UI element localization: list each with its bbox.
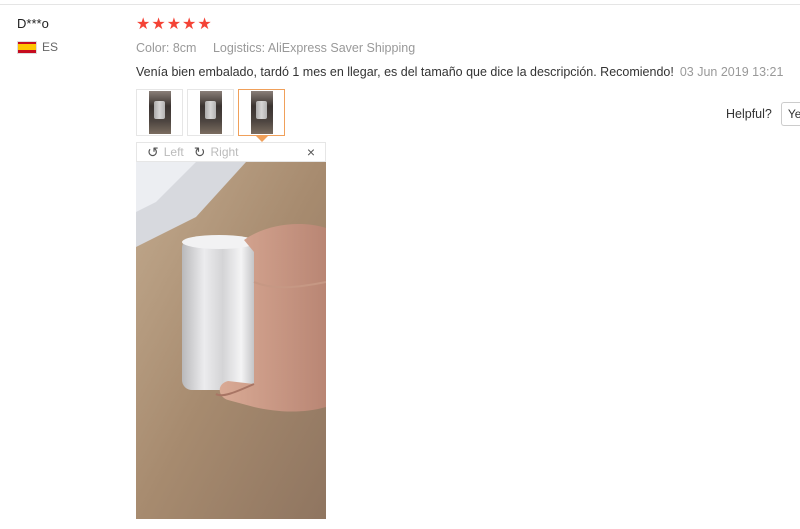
helpful-section: Helpful? Ye bbox=[726, 102, 800, 126]
color-value: 8cm bbox=[172, 41, 197, 55]
rotate-right-button[interactable]: ↻ Right bbox=[194, 144, 239, 161]
review-date: 03 Jun 2019 13:21 bbox=[679, 65, 784, 79]
review-thumbnail[interactable] bbox=[187, 89, 234, 136]
rotate-right-label: Right bbox=[210, 145, 239, 159]
order-meta: Color: 8cm Logistics: AliExpress Saver S… bbox=[136, 41, 428, 55]
review-thumbnail-active[interactable] bbox=[238, 89, 285, 142]
rotate-left-label: Left bbox=[163, 145, 184, 159]
review-text: Venía bien embalado, tardó 1 mes en lleg… bbox=[136, 65, 674, 79]
star-icon: ★ bbox=[166, 16, 182, 33]
review-thumbnail[interactable] bbox=[136, 89, 183, 136]
review-photo-large bbox=[136, 162, 326, 519]
review-thumbnails bbox=[136, 89, 289, 142]
review-feedback: Venía bien embalado, tardó 1 mes en lleg… bbox=[136, 65, 783, 79]
logistics-value: AliExpress Saver Shipping bbox=[267, 41, 416, 55]
reviewer-info: D***o ES bbox=[17, 16, 58, 54]
star-rating: ★ ★ ★ ★ ★ bbox=[136, 17, 213, 33]
star-icon: ★ bbox=[197, 16, 212, 33]
spain-flag-icon bbox=[17, 40, 37, 54]
logistics-label: Logistics: bbox=[212, 41, 266, 55]
helpful-yes-button[interactable]: Ye bbox=[780, 102, 800, 126]
helpful-label: Helpful? bbox=[726, 107, 772, 121]
rotate-left-icon: ↺ bbox=[147, 143, 159, 160]
star-icon: ★ bbox=[151, 16, 166, 33]
top-divider bbox=[0, 4, 800, 5]
product-photo bbox=[136, 162, 326, 519]
country-code: ES bbox=[42, 40, 59, 54]
rotate-left-button[interactable]: ↺ Left bbox=[147, 144, 184, 161]
color-label: Color: bbox=[136, 41, 170, 55]
rotate-right-icon: ↻ bbox=[193, 143, 206, 160]
reviewer-name: D***o bbox=[17, 16, 49, 31]
close-icon[interactable]: × bbox=[307, 144, 315, 160]
star-icon: ★ bbox=[182, 16, 197, 33]
reviewer-country: ES bbox=[17, 40, 58, 54]
image-viewer-toolbar: ↺ Left ↻ Right × bbox=[136, 142, 326, 162]
star-icon: ★ bbox=[136, 16, 151, 33]
